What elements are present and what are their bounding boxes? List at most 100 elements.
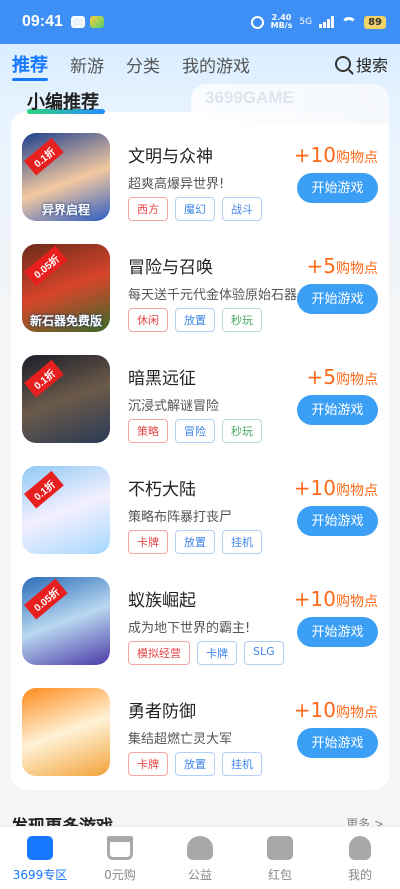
nav-red-envelope[interactable]: 红包 [240,827,320,889]
tab-my-games[interactable]: 我的游戏 [182,52,250,77]
game-tag: 休闲 [128,308,168,332]
person-icon [349,836,371,860]
bottom-nav: 3699专区 0元购 公益 红包 我的 [0,826,400,889]
start-game-button[interactable]: 开始游戏 [297,617,378,647]
game-list-item[interactable]: 0.1折 不朽大陆 策略布阵暴打丧尸 卡牌 放置 挂机 +10购物点 开始游戏 [11,466,389,566]
nav-charity[interactable]: 公益 [160,827,240,889]
editor-picks-header: 3699GAME 小编推荐 [11,84,389,124]
game-tag: 策略 [128,419,168,443]
game-tag: SLG [244,641,284,665]
discount-badge: 0.1折 [24,137,64,176]
game-tag: 秒玩 [222,419,262,443]
game-tag: 战斗 [222,197,262,221]
game-icon[interactable]: 0.1折 [22,355,110,443]
game-tag: 挂机 [222,530,262,554]
game-tag: 挂机 [222,752,262,776]
game-tag: 放置 [175,530,215,554]
game-name: 暗黑远征 [128,369,196,389]
reward-points: +10购物点 [293,143,378,167]
search-button[interactable]: 搜索 [334,52,388,76]
tab-recommend[interactable]: 推荐 [12,51,48,81]
game-tag: 放置 [175,308,215,332]
game-tags: 卡牌 放置 挂机 [128,752,262,776]
discount-badge: 0.05折 [24,578,68,620]
game-icon[interactable]: 0.1折 异界启程 [22,133,110,221]
game-list-item[interactable]: 0.05折 蚁族崛起 成为地下世界的霸主! 模拟经营 卡牌 SLG +10购物点 开… [11,577,389,677]
reward-points: +10购物点 [293,698,378,722]
nav-3699-zone[interactable]: 3699专区 [0,827,80,889]
network-speed: 2.40 MB/s [270,13,293,30]
nav-mine[interactable]: 我的 [320,827,400,889]
game-tags: 卡牌 放置 挂机 [128,530,262,554]
game-tag: 秒玩 [222,308,262,332]
top-tab-bar: 推荐 新游 分类 我的游戏 搜索 [0,44,400,84]
game-tag: 卡牌 [197,641,237,665]
tab-new-games[interactable]: 新游 [70,52,104,77]
game-list-item[interactable]: 0.1折 异界启程 文明与众神 超爽高爆异世界! 西方 魔幻 战斗 +10购物点 开… [11,133,389,233]
game-list-item[interactable]: 勇者防御 集结超燃亡灵大军 卡牌 放置 挂机 +10购物点 开始游戏 [11,688,389,788]
reward-points: +5购物点 [306,365,378,389]
network-type: 5G [299,17,313,27]
game-tag: 卡牌 [128,530,168,554]
watermark: 3699GAME [191,84,389,124]
game-icon[interactable]: 0.05折 新石器免费版 [22,244,110,332]
red-envelope-icon [267,836,293,860]
icon-banner-text: 新石器免费版 [29,314,102,328]
game-tag: 模拟经营 [128,641,190,665]
gamepad-icon [27,836,53,860]
signal-icon [319,16,335,28]
nav-zero-buy[interactable]: 0元购 [80,827,160,889]
status-bar: 09:41 2.40 MB/s 5G 89 [0,0,400,44]
tab-categories[interactable]: 分类 [126,52,160,77]
game-description: 集结超燃亡灵大军 [128,732,233,747]
game-tags: 模拟经营 卡牌 SLG [128,641,284,665]
game-name: 蚁族崛起 [128,591,196,611]
icon-banner-text: 异界启程 [41,203,90,217]
reward-points: +10购物点 [293,476,378,500]
game-tags: 西方 魔幻 战斗 [128,197,262,221]
status-time: 09:41 [22,13,63,30]
status-indicators: 2.40 MB/s 5G 89 [250,13,386,30]
game-tags: 策略 冒险 秒玩 [128,419,262,443]
game-icon[interactable]: 0.05折 [22,577,110,665]
section-title: 小编推荐 [27,92,99,113]
game-name: 文明与众神 [128,147,213,167]
game-description: 沉浸式解谜冒险 [128,399,220,414]
game-tags: 休闲 放置 秒玩 [128,308,262,332]
game-icon[interactable] [22,688,110,776]
game-icon[interactable]: 0.1折 [22,466,110,554]
search-label: 搜索 [355,56,388,75]
game-description: 每天送千元代金体验原始石器 [128,288,298,303]
game-tag: 魔幻 [175,197,215,221]
notification-app-icon [70,16,85,28]
discount-badge: 0.05折 [24,245,68,287]
alarm-icon [250,15,264,29]
game-tag: 卡牌 [128,752,168,776]
game-list-item[interactable]: 0.05折 新石器免费版 冒险与召唤 每天送千元代金体验原始石器 休闲 放置 秒玩 … [11,244,389,344]
start-game-button[interactable]: 开始游戏 [297,728,378,758]
discount-badge: 0.1折 [24,359,64,398]
search-icon [334,56,351,72]
game-tag: 冒险 [175,419,215,443]
game-name: 勇者防御 [128,702,196,722]
game-name: 不朽大陆 [128,480,196,500]
discount-badge: 0.1折 [24,470,64,509]
start-game-button[interactable]: 开始游戏 [297,395,378,425]
start-game-button[interactable]: 开始游戏 [297,173,378,203]
heart-hands-icon [187,836,213,860]
battery-icon: 89 [364,15,386,29]
game-description: 超爽高爆异世界! [128,177,225,192]
game-description: 策略布阵暴打丧尸 [128,510,233,525]
reward-points: +10购物点 [293,587,378,611]
cart-icon [107,836,133,860]
game-tag: 西方 [128,197,168,221]
game-tag: 放置 [175,752,215,776]
wifi-icon [341,16,358,28]
reward-points: +5购物点 [306,254,378,278]
start-game-button[interactable]: 开始游戏 [297,506,378,536]
start-game-button[interactable]: 开始游戏 [297,284,378,314]
notification-game-icon [89,16,104,28]
game-description: 成为地下世界的霸主! [128,621,251,636]
game-name: 冒险与召唤 [128,258,213,278]
game-list-item[interactable]: 0.1折 暗黑远征 沉浸式解谜冒险 策略 冒险 秒玩 +5购物点 开始游戏 [11,355,389,455]
